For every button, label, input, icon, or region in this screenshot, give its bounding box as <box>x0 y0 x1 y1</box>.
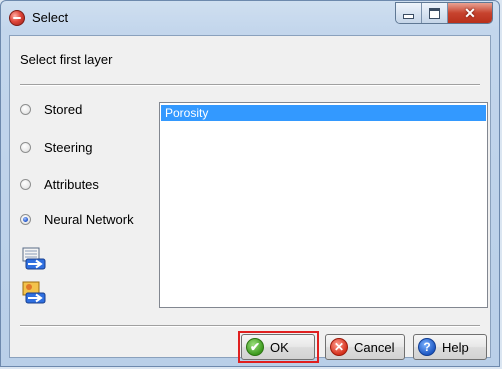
seismic-arrow-icon <box>22 247 46 270</box>
minimize-icon <box>403 14 414 19</box>
maximize-button[interactable] <box>422 3 448 23</box>
radio-neural-network[interactable]: Neural Network <box>20 212 134 227</box>
import-layer-button[interactable] <box>22 281 46 305</box>
layer-arrow-icon <box>22 281 46 304</box>
cancel-icon: ✕ <box>330 338 348 356</box>
help-icon: ? <box>418 338 436 356</box>
window-title: Select <box>32 10 69 25</box>
radio-label: Stored <box>44 102 83 117</box>
radio-indicator[interactable] <box>20 104 31 115</box>
radio-indicator[interactable] <box>20 142 31 153</box>
title-bar[interactable]: Select ✕ <box>1 1 499 35</box>
radio-steering[interactable]: Steering <box>20 140 92 155</box>
radio-label: Steering <box>44 140 93 155</box>
import-seismic-button[interactable] <box>22 247 46 271</box>
select-dialog: Select ✕ Select first layer Stored Steer… <box>0 0 500 367</box>
dialog-body: Select first layer Stored Steering Attri… <box>9 35 491 363</box>
dialog-prompt: Select first layer <box>20 52 113 67</box>
top-divider <box>20 84 480 86</box>
app-logo-icon <box>9 10 25 26</box>
help-button[interactable]: ? Help <box>413 334 487 360</box>
radio-indicator-selected[interactable] <box>20 214 31 225</box>
radio-indicator[interactable] <box>20 179 31 190</box>
help-button-label: Help <box>442 339 469 355</box>
radio-stored[interactable]: Stored <box>20 102 82 117</box>
maximize-icon <box>429 7 440 19</box>
window-controls: ✕ <box>395 2 493 24</box>
cancel-button[interactable]: ✕ Cancel <box>325 334 405 360</box>
radio-label: Neural Network <box>44 212 134 227</box>
bottom-divider <box>20 325 480 327</box>
close-button[interactable]: ✕ <box>448 3 492 23</box>
radio-label: Attributes <box>44 177 99 192</box>
radio-attributes[interactable]: Attributes <box>20 177 99 192</box>
minimize-button[interactable] <box>396 3 422 23</box>
layer-list[interactable]: Porosity <box>159 102 488 308</box>
cancel-button-label: Cancel <box>354 339 395 355</box>
ok-button[interactable]: ✔ OK <box>241 334 315 360</box>
ok-button-label: OK <box>270 339 289 355</box>
checkmark-icon: ✔ <box>246 338 264 356</box>
list-item-selected[interactable]: Porosity <box>161 105 486 121</box>
close-icon: ✕ <box>464 4 476 21</box>
